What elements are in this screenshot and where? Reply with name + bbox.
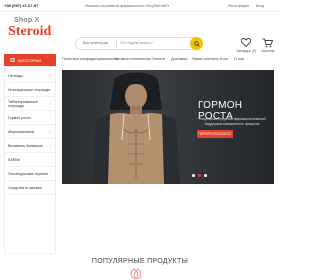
sidebar-item-peptides[interactable]: Пептиды ›: [5, 69, 55, 83]
sidebar-item-label: Средства от увлажи: [8, 185, 42, 190]
slider-dot[interactable]: [192, 174, 195, 177]
search-divider: [116, 40, 117, 48]
login-link[interactable]: Вход: [256, 4, 264, 8]
sidebar-item-label: Гормон роста: [8, 115, 31, 120]
sidebar-item-label: Пептиды: [8, 73, 23, 78]
search-bar: Все категории Что будем искать?: [75, 37, 203, 50]
heart-icon: [241, 38, 251, 47]
nav-item-blog[interactable]: Блог: [220, 57, 228, 61]
sidebar-item-label: Таблетированные стероиды: [8, 99, 38, 108]
main-nav: КАТЕГОРИИ Политика конфиденциальности Ус…: [0, 54, 280, 66]
favorites-label: Закладки (0): [236, 49, 256, 53]
logo-main-text: Steroid: [8, 24, 52, 39]
sidebar-item-other[interactable]: Средства от увлажи: [5, 181, 55, 195]
banner-subtitle: Популярное средство фармакологической по…: [198, 117, 266, 126]
chevron-right-icon: ›: [49, 73, 51, 78]
slider-dot-active[interactable]: [198, 174, 201, 177]
categories-button[interactable]: КАТЕГОРИИ: [4, 54, 56, 66]
chevron-right-icon: ›: [49, 129, 51, 134]
logo-top-text: Shop X: [14, 17, 40, 24]
menu-icon: [10, 58, 15, 62]
sidebar-item-pct[interactable]: Послекурсовая терапия ›: [5, 167, 55, 181]
hero-banner[interactable]: ГОРМОН РОСТА Популярное средство фармако…: [62, 70, 274, 184]
register-link[interactable]: Регистрация: [228, 4, 249, 8]
banner-cta-button[interactable]: ПЕРЕЙТИ В КАТАЛОГ: [197, 130, 233, 138]
chevron-right-icon: ›: [49, 115, 51, 120]
sidebar-item-label: Инъекционные стероиды: [8, 87, 51, 92]
search-button[interactable]: [190, 37, 203, 50]
sidebar-item-growth-hormone[interactable]: Гормон роста ›: [5, 111, 55, 125]
nav-item-contacts[interactable]: Наши контакты: [192, 57, 219, 61]
cart-icon: [262, 38, 273, 48]
slider-dots: [192, 174, 212, 178]
chevron-right-icon: ›: [49, 87, 51, 92]
nav-item-about[interactable]: О нас: [234, 57, 244, 61]
cart-button[interactable]: Корзина: [256, 36, 280, 56]
chevron-right-icon: ›: [49, 143, 51, 148]
nav-item-payment[interactable]: Оплата: [152, 57, 165, 61]
categories-label: КАТЕГОРИИ: [18, 57, 42, 63]
category-sidebar: Пептиды › Инъекционные стероиды › Таблетир…: [4, 66, 56, 254]
search-icon: [193, 40, 200, 47]
sidebar-item-injectable[interactable]: Инъекционные стероиды ›: [5, 83, 55, 97]
sidebar-item-vitamins[interactable]: Витамины Кревалью ›: [5, 139, 55, 153]
top-bar: +38 (097) 47-67-97 Магазин спортивной фа…: [0, 0, 280, 12]
phone-number[interactable]: +38 (097) 47-67-97: [4, 3, 38, 8]
site-header: Shop X Steroid Все категории Что будем и…: [0, 12, 280, 54]
sidebar-item-oral[interactable]: Таблетированные стероиды ›: [5, 97, 55, 111]
sidebar-item-sarms[interactable]: SARMs: [5, 153, 55, 167]
nav-item-terms[interactable]: Условия соглашения: [114, 57, 151, 61]
sidebar-item-fat-burners[interactable]: Жиросжигатели ›: [5, 125, 55, 139]
store-notice: Магазин спортивной фармакологии ShopSter…: [85, 3, 170, 8]
search-input[interactable]: Что будем искать?: [120, 41, 153, 45]
sidebar-item-label: Витамины Кревалью: [8, 143, 43, 148]
nav-item-privacy[interactable]: Политика конфиденциальности: [62, 57, 118, 61]
sidebar-item-label: Жиросжигатели: [8, 129, 35, 134]
site-logo[interactable]: Shop X Steroid: [4, 14, 52, 46]
cart-label: Корзина: [261, 49, 275, 53]
nav-item-delivery[interactable]: Доставка: [171, 57, 187, 61]
athlete-image: [92, 72, 180, 184]
search-category-select[interactable]: Все категории: [83, 41, 108, 45]
sidebar-item-label: SARMs: [8, 157, 21, 162]
favorites-button[interactable]: Закладки (0): [234, 36, 258, 56]
slider-dot[interactable]: [204, 174, 207, 177]
chevron-right-icon: ›: [49, 171, 51, 176]
chevron-right-icon: ›: [49, 101, 51, 106]
popular-products-heading: ПОПУЛЯРНЫЕ ПРОДУКТЫ: [91, 258, 189, 265]
flame-icon: [130, 268, 142, 280]
sidebar-item-label: Послекурсовая терапия: [8, 171, 48, 176]
